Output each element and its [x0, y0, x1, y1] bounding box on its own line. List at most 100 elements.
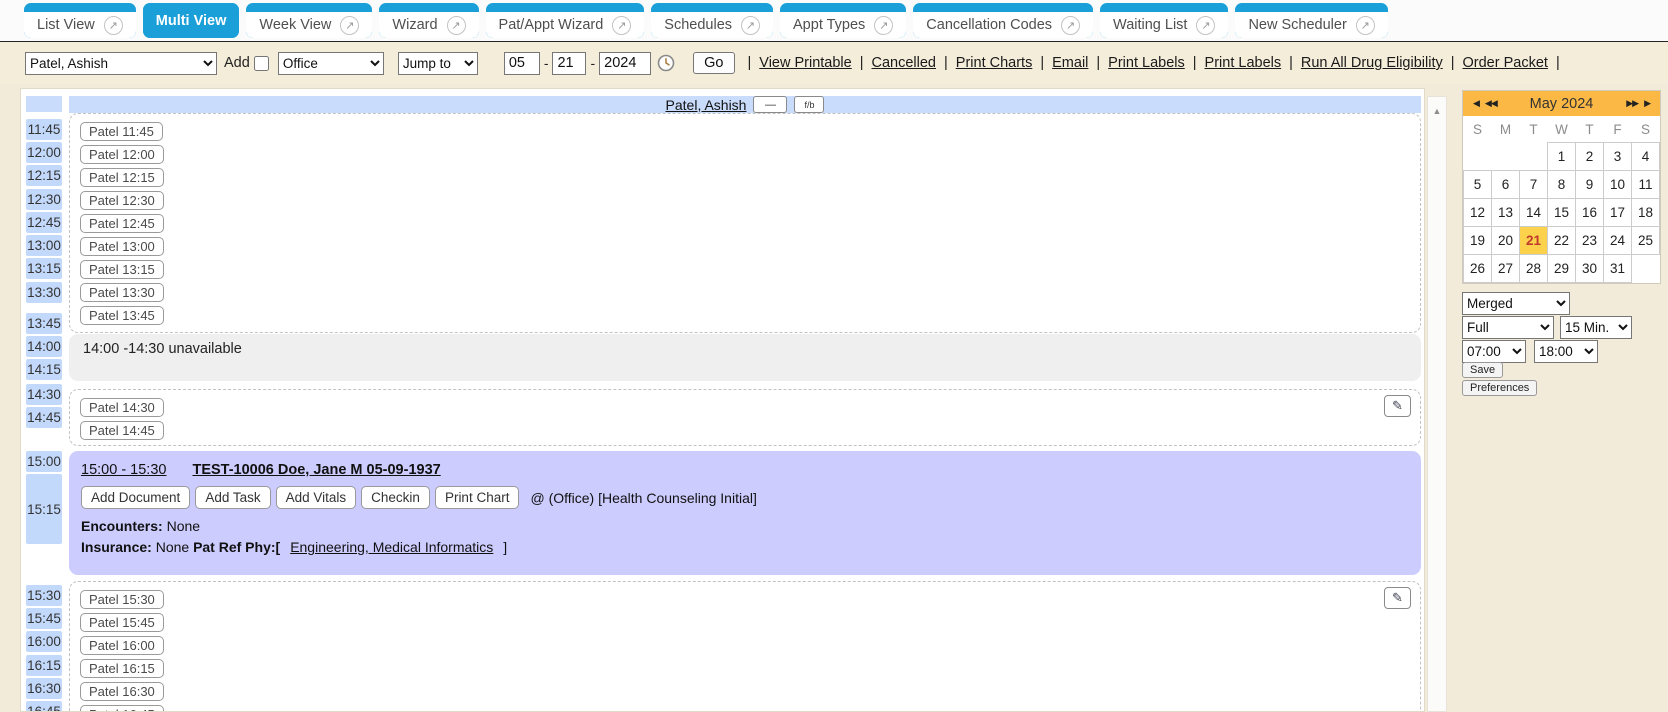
open-new-icon[interactable]: ↗: [1356, 16, 1375, 35]
calendar-day[interactable]: 15: [1548, 199, 1576, 227]
slot-button-patel-13-00[interactable]: Patel 13:00: [80, 237, 164, 256]
calendar-day[interactable]: 29: [1548, 255, 1576, 283]
toolbar-link-print-labels[interactable]: Print Labels: [1205, 55, 1282, 71]
calendar-day[interactable]: 3: [1604, 143, 1632, 171]
calendar-day[interactable]: 11: [1632, 171, 1660, 199]
tab-list-view[interactable]: List View↗: [24, 3, 136, 38]
date-month-input[interactable]: [504, 52, 540, 75]
edit-appointment-button[interactable]: ✎: [1384, 587, 1411, 609]
slot-button-patel-12-15[interactable]: Patel 12:15: [80, 168, 164, 187]
calendar-day[interactable]: 24: [1604, 227, 1632, 255]
slot-button-patel-16-15[interactable]: Patel 16:15: [80, 659, 164, 678]
calendar-day[interactable]: 6: [1492, 171, 1520, 199]
appointment-time-link[interactable]: 15:00 - 15:30: [81, 462, 166, 478]
calendar-day[interactable]: 4: [1632, 143, 1660, 171]
calendar-prev-icon[interactable]: ◀: [1473, 98, 1479, 109]
slot-button-patel-13-30[interactable]: Patel 13:30: [80, 283, 164, 302]
open-new-icon[interactable]: ↗: [1196, 16, 1215, 35]
calendar-day[interactable]: 28: [1520, 255, 1548, 283]
save-button[interactable]: Save: [1462, 362, 1503, 378]
tab-pat-appt-wizard[interactable]: Pat/Appt Wizard↗: [486, 3, 645, 38]
provider-select[interactable]: Patel, Ashish: [25, 52, 217, 75]
end-time-select[interactable]: 18:00: [1534, 340, 1598, 363]
slot-button-patel-14-30[interactable]: Patel 14:30: [80, 398, 164, 417]
view-mode-select[interactable]: Merged: [1462, 292, 1570, 315]
slot-button-patel-13-45[interactable]: Patel 13:45: [80, 306, 164, 325]
datepicker-clock-icon[interactable]: [657, 54, 675, 72]
date-year-input[interactable]: [599, 52, 651, 75]
add-vitals-button[interactable]: Add Vitals: [276, 486, 357, 509]
appointment-patient-link[interactable]: TEST-10006 Doe, Jane M 05-09-1937: [192, 462, 440, 478]
calendar-day[interactable]: 9: [1576, 171, 1604, 199]
toolbar-link-run-all-drug-eligibility[interactable]: Run All Drug Eligibility: [1301, 55, 1443, 71]
open-new-icon[interactable]: ↗: [1061, 16, 1080, 35]
open-new-icon[interactable]: ↗: [874, 16, 893, 35]
tab-appt-types[interactable]: Appt Types↗: [780, 3, 906, 38]
slot-button-patel-16-45[interactable]: Patel 16:45: [80, 705, 164, 712]
tab-week-view[interactable]: Week View↗: [246, 3, 372, 38]
jump-to-select[interactable]: Jump to: [398, 52, 478, 75]
open-new-icon[interactable]: ↗: [340, 16, 359, 35]
appointment-block[interactable]: 15:00 - 15:30 TEST-10006 Doe, Jane M 05-…: [69, 451, 1421, 575]
calendar-day[interactable]: 31: [1604, 255, 1632, 283]
toolbar-link-cancelled[interactable]: Cancelled: [872, 55, 937, 71]
toolbar-link-view-printable[interactable]: View Printable: [759, 55, 851, 71]
open-new-icon[interactable]: ↗: [741, 16, 760, 35]
toolbar-link-email[interactable]: Email: [1052, 55, 1088, 71]
calendar-day[interactable]: 5: [1464, 171, 1492, 199]
calendar-day[interactable]: 8: [1548, 171, 1576, 199]
calendar-fast-next-icon[interactable]: ▶▶: [1626, 98, 1638, 109]
slot-button-patel-15-45[interactable]: Patel 15:45: [80, 613, 164, 632]
calendar-day[interactable]: 30: [1576, 255, 1604, 283]
slot-button-patel-12-00[interactable]: Patel 12:00: [80, 145, 164, 164]
print-chart-button[interactable]: Print Chart: [435, 486, 520, 509]
calendar-fast-prev-icon[interactable]: ◀◀: [1485, 98, 1497, 109]
slot-button-patel-12-45[interactable]: Patel 12:45: [80, 214, 164, 233]
tab-cancellation-codes[interactable]: Cancellation Codes↗: [913, 3, 1093, 38]
toolbar-link-print-charts[interactable]: Print Charts: [956, 55, 1033, 71]
calendar-day[interactable]: 13: [1492, 199, 1520, 227]
size-mode-select[interactable]: Full: [1462, 316, 1554, 339]
tab-schedules[interactable]: Schedules↗: [651, 3, 773, 38]
calendar-day[interactable]: 14: [1520, 199, 1548, 227]
calendar-day[interactable]: 17: [1604, 199, 1632, 227]
tab-multi-view[interactable]: Multi View: [143, 3, 240, 38]
calendar-day[interactable]: 27: [1492, 255, 1520, 283]
date-day-input[interactable]: [552, 52, 586, 75]
tab-waiting-list[interactable]: Waiting List↗: [1100, 3, 1228, 38]
slot-button-patel-12-30[interactable]: Patel 12:30: [80, 191, 164, 210]
edit-appointment-button[interactable]: ✎: [1384, 395, 1411, 417]
slot-button-patel-15-30[interactable]: Patel 15:30: [80, 590, 164, 609]
scroll-up-icon[interactable]: ▲: [1428, 106, 1446, 116]
vertical-scrollbar[interactable]: ▲: [1427, 96, 1447, 712]
calendar-next-icon[interactable]: ▶: [1644, 98, 1650, 109]
preferences-button[interactable]: Preferences: [1462, 380, 1537, 396]
calendar-day[interactable]: 16: [1576, 199, 1604, 227]
calendar-day[interactable]: 22: [1548, 227, 1576, 255]
interval-select[interactable]: 15 Min.: [1560, 316, 1632, 339]
referring-physician-link[interactable]: Engineering, Medical Informatics: [290, 539, 493, 555]
toolbar-link-order-packet[interactable]: Order Packet: [1463, 55, 1548, 71]
calendar-day[interactable]: 10: [1604, 171, 1632, 199]
calendar-day[interactable]: 2: [1576, 143, 1604, 171]
go-button[interactable]: Go: [693, 52, 734, 74]
start-time-select[interactable]: 07:00: [1462, 340, 1526, 363]
calendar-day[interactable]: 12: [1464, 199, 1492, 227]
calendar-day-selected[interactable]: 21: [1520, 227, 1548, 255]
provider-header-link[interactable]: Patel, Ashish: [666, 97, 747, 113]
calendar-day[interactable]: 7: [1520, 171, 1548, 199]
slot-button-patel-14-45[interactable]: Patel 14:45: [80, 421, 164, 440]
slot-button-patel-16-00[interactable]: Patel 16:00: [80, 636, 164, 655]
facility-select[interactable]: Office: [278, 52, 384, 75]
slot-button-patel-11-45[interactable]: Patel 11:45: [80, 122, 163, 141]
open-new-icon[interactable]: ↗: [612, 16, 631, 35]
add-checkbox[interactable]: [254, 56, 269, 71]
slot-button-patel-13-15[interactable]: Patel 13:15: [80, 260, 164, 279]
calendar-day[interactable]: 19: [1464, 227, 1492, 255]
add-task-button[interactable]: Add Task: [195, 486, 270, 509]
open-new-icon[interactable]: ↗: [447, 16, 466, 35]
slot-button-patel-16-30[interactable]: Patel 16:30: [80, 682, 164, 701]
minimize-column-button[interactable]: —: [753, 96, 787, 113]
calendar-day[interactable]: 20: [1492, 227, 1520, 255]
toolbar-link-print-labels[interactable]: Print Labels: [1108, 55, 1185, 71]
